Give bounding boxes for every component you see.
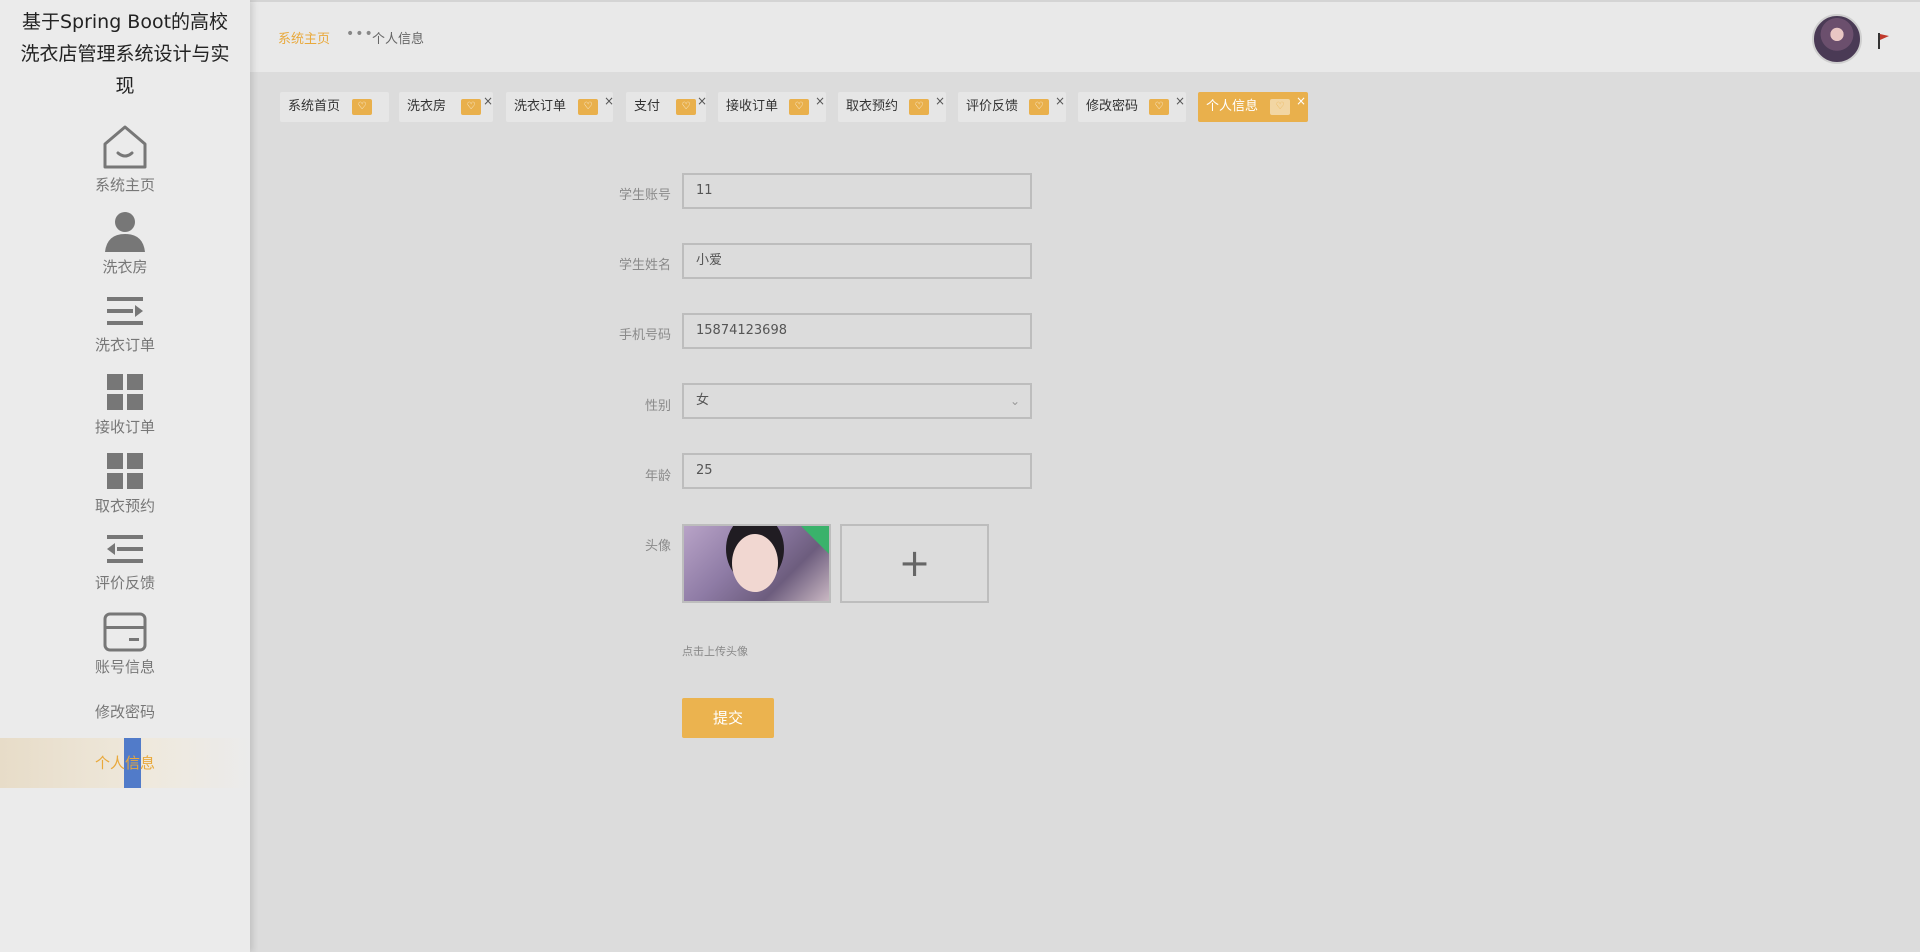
heart-icon: ♡ xyxy=(352,99,372,115)
close-icon[interactable]: × xyxy=(697,86,707,116)
sidebar-item-label: 修改密码 xyxy=(94,703,155,721)
heart-icon: ♡ xyxy=(1029,99,1049,115)
student-account-input[interactable]: 11 xyxy=(682,173,1032,209)
age-label: 年龄 xyxy=(644,469,671,484)
tab-pickup-booking[interactable]: 取衣预约 ♡ × xyxy=(838,92,946,122)
tab-label: 支付 xyxy=(634,99,661,114)
phone-label: 手机号码 xyxy=(618,328,671,343)
tab-label: 接收订单 xyxy=(726,99,779,114)
card-icon xyxy=(103,612,147,652)
tab-label: 个人信息 xyxy=(1206,99,1259,114)
gender-select[interactable]: 女 ⌄ xyxy=(682,383,1032,419)
upload-hint: 点击上传头像 xyxy=(682,645,748,658)
close-icon[interactable]: × xyxy=(1175,86,1185,116)
sidebar-item-label: 系统主页 xyxy=(94,176,155,194)
tab-laundry-orders[interactable]: 洗衣订单 ♡ × xyxy=(506,92,614,122)
close-icon[interactable]: × xyxy=(1055,86,1065,116)
tab-system-home[interactable]: 系统首页 ♡ xyxy=(280,92,389,122)
sidebar-item-laundry-orders[interactable]: 洗衣订单 xyxy=(0,294,250,355)
close-icon[interactable]: × xyxy=(1296,86,1306,116)
sidebar-item-label: 个人信息 xyxy=(94,754,155,772)
list-icon xyxy=(107,297,143,325)
close-icon[interactable]: × xyxy=(483,86,493,116)
gender-label: 性别 xyxy=(644,399,671,414)
sidebar-item-laundry-room[interactable]: 洗衣房 xyxy=(0,210,250,277)
tab-change-password[interactable]: 修改密码 ♡ × xyxy=(1078,92,1186,122)
sidebar-item-label: 评价反馈 xyxy=(94,574,155,592)
tab-label: 洗衣订单 xyxy=(514,99,567,114)
sidebar: 基于Spring Boot的高校洗衣店管理系统设计与实现 系统主页 洗衣房 洗衣… xyxy=(0,0,250,952)
tab-label: 系统首页 xyxy=(288,99,341,114)
heart-icon: ♡ xyxy=(909,99,929,115)
tab-laundry-room[interactable]: 洗衣房 ♡ × xyxy=(399,92,493,122)
heart-icon: ♡ xyxy=(461,99,481,115)
sidebar-item-account-info[interactable]: 账号信息 xyxy=(0,612,250,677)
flag-icon[interactable] xyxy=(1876,32,1890,50)
portrait-image xyxy=(732,534,778,592)
age-input[interactable]: 25 xyxy=(682,453,1032,489)
sidebar-item-receive-orders[interactable]: 接收订单 xyxy=(0,372,250,437)
heart-icon: ♡ xyxy=(1149,99,1169,115)
close-icon[interactable]: × xyxy=(935,86,945,116)
indent-icon xyxy=(107,535,143,563)
breadcrumb-home[interactable]: 系统主页 xyxy=(278,28,330,47)
phone-input[interactable]: 15874123698 xyxy=(682,313,1032,349)
grid-icon xyxy=(107,453,143,489)
breadcrumb-current: 个人信息 xyxy=(372,32,425,47)
tab-receive-orders[interactable]: 接收订单 ♡ × xyxy=(718,92,826,122)
sidebar-item-label: 取衣预约 xyxy=(94,497,155,515)
tab-label: 评价反馈 xyxy=(966,99,1019,114)
top-header: 系统主页 ••• 个人信息 xyxy=(250,0,1920,72)
sidebar-item-label: 账号信息 xyxy=(94,658,155,676)
tab-label: 修改密码 xyxy=(1086,99,1139,114)
system-title: 基于Spring Boot的高校洗衣店管理系统设计与实现 xyxy=(20,11,230,97)
sidebar-item-feedback[interactable]: 评价反馈 xyxy=(0,532,250,593)
user-avatar[interactable] xyxy=(1812,14,1862,64)
close-icon[interactable]: × xyxy=(604,86,614,116)
heart-icon: ♡ xyxy=(676,99,696,115)
avatar-label: 头像 xyxy=(644,539,671,554)
tab-label: 取衣预约 xyxy=(846,99,899,114)
breadcrumb-separator: ••• xyxy=(346,26,374,42)
home-icon xyxy=(103,125,147,169)
sidebar-item-label: 接收订单 xyxy=(94,418,155,436)
sidebar-item-change-password[interactable]: 修改密码 xyxy=(0,701,250,722)
close-icon[interactable]: × xyxy=(815,86,825,116)
heart-icon: ♡ xyxy=(1270,99,1290,115)
tab-payment[interactable]: 支付 ♡ × xyxy=(626,92,707,122)
sidebar-item-label: 洗衣订单 xyxy=(94,336,155,354)
student-name-input[interactable]: 小爱 xyxy=(682,243,1032,279)
heart-icon: ♡ xyxy=(789,99,809,115)
upload-add-button[interactable]: + xyxy=(840,524,989,603)
sidebar-item-personal-info[interactable]: 个人信息 xyxy=(0,738,250,788)
grid-icon xyxy=(107,374,143,410)
submit-button[interactable]: 提交 xyxy=(682,698,774,738)
sidebar-item-pickup-booking[interactable]: 取衣预约 xyxy=(0,451,250,516)
sidebar-item-label: 洗衣房 xyxy=(102,258,148,276)
tab-personal-info[interactable]: 个人信息 ♡ × xyxy=(1198,92,1308,122)
user-icon xyxy=(105,212,145,252)
thumbnail-corner xyxy=(801,526,829,554)
avatar-thumbnail[interactable] xyxy=(682,524,831,603)
gender-select-value: 女 xyxy=(696,393,710,408)
heart-icon: ♡ xyxy=(578,99,598,115)
student-account-label: 学生账号 xyxy=(618,188,671,203)
tab-label: 洗衣房 xyxy=(407,99,447,114)
student-name-label: 学生姓名 xyxy=(618,258,671,273)
sidebar-item-home[interactable]: 系统主页 xyxy=(0,124,250,195)
chevron-down-icon: ⌄ xyxy=(1009,394,1020,408)
tab-feedback[interactable]: 评价反馈 ♡ × xyxy=(958,92,1066,122)
